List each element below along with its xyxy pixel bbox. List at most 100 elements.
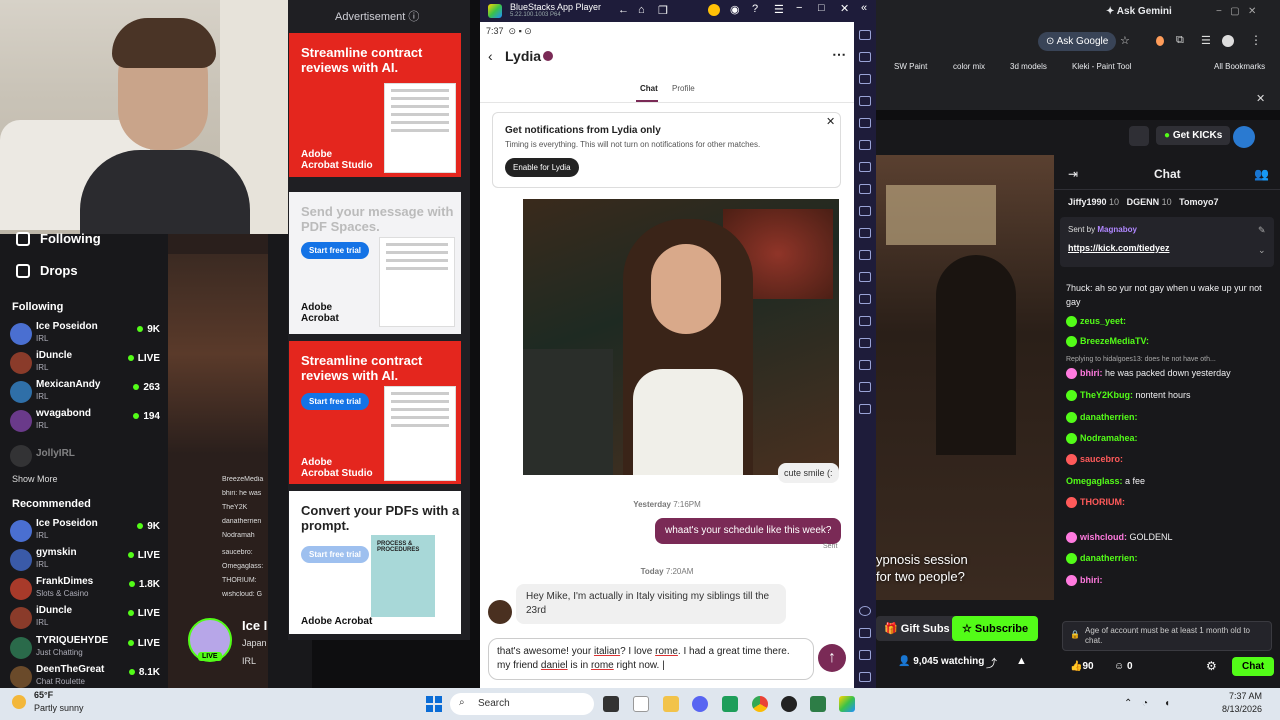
sync-icon[interactable] (859, 382, 871, 392)
unpin-icon[interactable]: ✎ (1258, 225, 1266, 236)
app-icon[interactable] (722, 696, 738, 712)
pages-icon[interactable] (1129, 126, 1149, 146)
maximize-icon[interactable]: □ (818, 2, 825, 14)
profile-icon[interactable] (1222, 35, 1234, 47)
channel-item[interactable]: iDuncle IRL LIVE (10, 350, 160, 376)
ad-banner[interactable]: Convert your PDFs with a prompt. Start f… (289, 491, 461, 634)
discord-icon[interactable] (692, 696, 708, 712)
chat-send-button[interactable]: Chat (1232, 657, 1275, 676)
macro-icon[interactable] (859, 162, 871, 172)
obs-icon[interactable] (781, 696, 797, 712)
like-count[interactable]: 👍90 (1070, 661, 1094, 672)
settings-icon[interactable] (859, 606, 871, 616)
menu-icon[interactable]: ☰ (774, 3, 784, 16)
ad-banner[interactable]: Streamline contract reviews with AI. Ado… (289, 33, 461, 177)
shake-icon[interactable] (859, 140, 871, 150)
spreadsheet-icon[interactable] (810, 696, 826, 712)
layers-icon[interactable] (859, 360, 871, 370)
back-arrow-icon[interactable]: ‹ (488, 48, 493, 64)
rotate-icon[interactable] (859, 118, 871, 128)
channel-item[interactable]: wvagabond IRL 194 (10, 408, 160, 434)
dislike-count[interactable]: ☺ 0 (1114, 661, 1133, 672)
sidebar-icon[interactable] (859, 404, 871, 414)
account-icon[interactable]: ◉ (730, 3, 740, 16)
close-icon[interactable]: ✕ (840, 2, 849, 15)
channel-item[interactable]: iDuncle IRL LIVE (10, 605, 160, 631)
multitask-icon[interactable]: ❐ (658, 4, 668, 17)
multi-instance-icon[interactable] (859, 184, 871, 194)
menu-dots-icon[interactable]: ⋮ (1250, 33, 1262, 47)
channel-item[interactable]: gymskin IRL LIVE (10, 547, 160, 573)
tab-chat[interactable]: Chat (640, 84, 658, 93)
ask-google-button[interactable]: ⊙ Ask Google (1038, 32, 1117, 51)
keyboard-icon[interactable] (859, 74, 871, 84)
gamepad-icon[interactable] (859, 96, 871, 106)
gift-subs-button[interactable]: 🎁 Gift Subs (876, 616, 958, 641)
home-icon[interactable]: ⌂ (638, 4, 645, 16)
notepad-icon[interactable] (633, 696, 649, 712)
screenshot-icon[interactable] (859, 206, 871, 216)
clock-date[interactable]: 8/13/2026 (1206, 704, 1262, 714)
bookmark-sw-paint[interactable]: SW Paint (894, 62, 927, 71)
ad-banner[interactable]: Send your message with PDF Spaces. Start… (289, 192, 461, 334)
extensions-icon[interactable]: ⧉ (1176, 34, 1184, 47)
coin-icon[interactable] (708, 4, 720, 16)
enable-notifications-button[interactable]: Enable for Lydia (505, 158, 579, 177)
home-icon[interactable] (859, 650, 871, 660)
ad-banner[interactable]: Streamline contract reviews with AI. Sta… (289, 341, 461, 484)
sidepanel-icon[interactable]: ☰ (1201, 34, 1211, 47)
received-message[interactable]: Hey Mike, I'm actually in Italy visiting… (516, 584, 786, 624)
fullscreen-icon[interactable] (859, 30, 871, 40)
channel-item[interactable]: DeenTheGreat Chat Roulette 8.1K (10, 664, 160, 688)
bluestacks-taskbar-icon[interactable] (839, 696, 855, 712)
ask-gemini-button[interactable]: ✦ Ask Gemini (1106, 6, 1172, 17)
collapse-chat-icon[interactable]: ⇥ (1068, 167, 1078, 181)
close-icon[interactable]: ✕ (826, 115, 835, 128)
chevron-down-icon[interactable]: ⌄ (1258, 245, 1266, 256)
start-free-trial-button[interactable]: Start free trial (301, 546, 370, 563)
channel-item[interactable]: Ice Poseidon IRL 9K (10, 518, 160, 544)
profile-photo[interactable] (523, 199, 839, 475)
weather-icon[interactable] (12, 695, 26, 709)
channel-item[interactable]: FrankDimes Slots & Casino 1.8K (10, 576, 160, 602)
clock-time[interactable]: 7:37 AM (1216, 691, 1262, 701)
report-icon[interactable]: ▲ (1016, 655, 1027, 667)
bookmark-star-icon[interactable]: ☆ (1120, 34, 1130, 47)
close-icon[interactable]: ✕ (1256, 92, 1265, 105)
start-free-trial-button[interactable]: Start free trial (301, 242, 370, 259)
location-icon[interactable] (859, 272, 871, 282)
eco-mode-icon[interactable] (859, 250, 871, 260)
folder-icon[interactable] (859, 316, 871, 326)
channel-item[interactable]: MexicanAndy IRL 263 (10, 379, 160, 405)
nav-following[interactable]: Following (16, 231, 101, 246)
channel-item[interactable]: TYRIQUEHYDE Just Chatting LIVE (10, 635, 160, 661)
pip-player[interactable]: LIVE Ice I Japan IRL (188, 618, 298, 678)
all-bookmarks[interactable]: All Bookmarks (1214, 62, 1265, 71)
minimize-icon[interactable]: − (796, 2, 802, 14)
send-button[interactable]: ↑ (818, 644, 846, 672)
record-icon[interactable] (859, 228, 871, 238)
start-icon[interactable] (426, 696, 442, 712)
get-kicks-button[interactable]: ● Get KICKs (1156, 126, 1231, 145)
tray-chevron-icon[interactable]: ⌃ (1124, 698, 1132, 709)
bookmark-color-mix[interactable]: color mix (953, 62, 985, 71)
weather-temp[interactable]: 65°F (34, 690, 53, 700)
sent-message[interactable]: whaat's your schedule like this week? (655, 518, 842, 544)
start-free-trial-button[interactable]: Start free trial (301, 393, 370, 410)
volume-icon[interactable] (859, 52, 871, 62)
camera-icon[interactable] (859, 338, 871, 348)
collapse-icon[interactable]: « (861, 2, 867, 14)
chat-settings-icon[interactable]: ⚙ (1206, 659, 1217, 673)
file-explorer-icon[interactable] (663, 696, 679, 712)
pinned-message[interactable]: Sent by Magnaboy https://kick.com/tiedye… (1060, 217, 1274, 267)
stream-video[interactable]: ypnosis session for two people? (876, 155, 1054, 600)
subscribe-button[interactable]: ☆ Subscribe (952, 616, 1039, 641)
chrome-icon[interactable] (752, 696, 768, 712)
show-more-link[interactable]: Show More (12, 474, 58, 484)
avatar[interactable] (488, 600, 512, 624)
profile-name[interactable]: Lydia (505, 48, 541, 64)
recent-apps-icon[interactable] (859, 672, 871, 682)
avatar[interactable] (1233, 126, 1255, 148)
bookmark-3d-models[interactable]: 3d models (1010, 62, 1047, 71)
message-input[interactable]: that's awesome! your italian? I love rom… (488, 638, 814, 680)
